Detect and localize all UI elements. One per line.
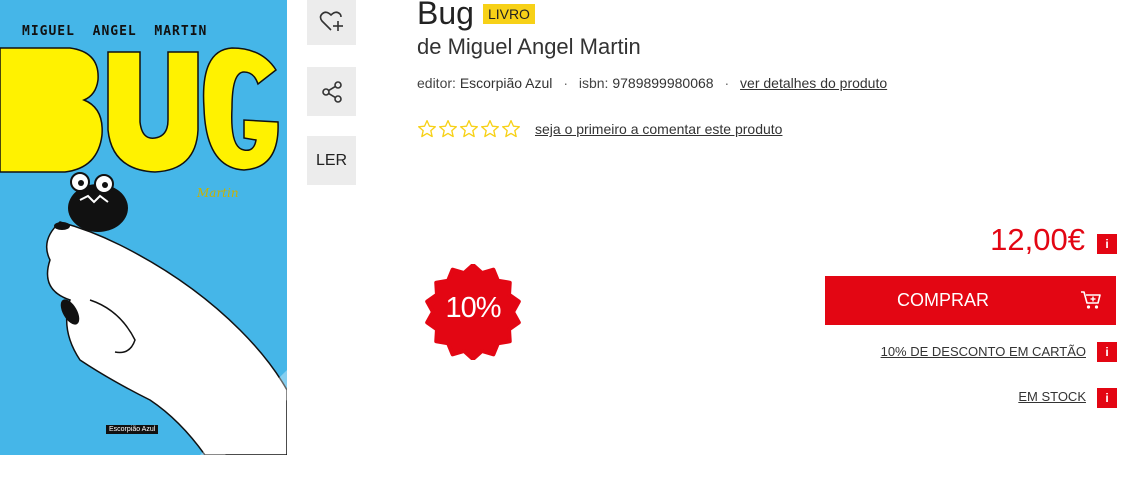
star-icon[interactable] bbox=[459, 119, 479, 139]
rating-row: seja o primeiro a comentar este produto bbox=[417, 119, 782, 139]
buy-button-label: COMPRAR bbox=[897, 290, 990, 310]
product-price: 12,00€ bbox=[990, 222, 1085, 257]
star-icon[interactable] bbox=[417, 119, 437, 139]
discount-badge-text: 10% bbox=[445, 292, 501, 324]
format-badge: LIVRO bbox=[482, 3, 535, 24]
meta-separator: · bbox=[724, 75, 730, 91]
editor-value: Escorpião Azul bbox=[459, 75, 553, 91]
cover-publisher-tag: Escorpião Azul bbox=[106, 425, 159, 434]
cover-illustration bbox=[0, 47, 287, 455]
stock-info-icon[interactable]: i bbox=[1097, 388, 1117, 408]
share-icon bbox=[321, 80, 342, 103]
read-sample-label: LER bbox=[315, 151, 348, 169]
buy-button[interactable]: COMPRAR bbox=[825, 276, 1116, 325]
price-info-icon[interactable]: i bbox=[1097, 234, 1117, 254]
write-review-link[interactable]: seja o primeiro a comentar este produto bbox=[535, 121, 782, 137]
title-row: Bug LIVRO bbox=[417, 0, 535, 32]
product-author: de Miguel Angel Martin bbox=[417, 34, 641, 59]
product-meta: editor: Escorpião Azul · isbn: 978989998… bbox=[417, 75, 887, 91]
stock-status-link[interactable]: EM STOCK bbox=[1018, 389, 1086, 404]
star-icon[interactable] bbox=[501, 119, 521, 139]
heart-plus-icon bbox=[319, 10, 343, 31]
card-discount-link[interactable]: 10% DE DESCONTO EM CARTÃO bbox=[881, 344, 1086, 359]
meta-separator: · bbox=[563, 75, 568, 91]
cart-icon bbox=[1081, 291, 1101, 309]
star-icon[interactable] bbox=[480, 119, 500, 139]
star-rating[interactable] bbox=[417, 119, 521, 139]
book-cover[interactable]: MIGUEL ANGEL MARTIN Martin Escorpião Azu… bbox=[0, 0, 287, 455]
card-discount-info-icon[interactable]: i bbox=[1097, 342, 1117, 362]
share-button[interactable] bbox=[307, 67, 356, 116]
isbn-value: 9789899980068 bbox=[612, 75, 714, 91]
wishlist-button[interactable] bbox=[307, 0, 356, 45]
read-sample-button[interactable]: LER bbox=[307, 136, 356, 185]
cover-signature: Martin bbox=[197, 186, 239, 200]
product-title: Bug bbox=[417, 0, 474, 31]
cover-author-text: MIGUEL ANGEL MARTIN bbox=[22, 24, 208, 39]
star-icon[interactable] bbox=[438, 119, 458, 139]
product-details-link[interactable]: ver detalhes do produto bbox=[740, 75, 887, 91]
editor-label: editor: bbox=[417, 75, 456, 91]
isbn-label: isbn: bbox=[578, 75, 609, 91]
